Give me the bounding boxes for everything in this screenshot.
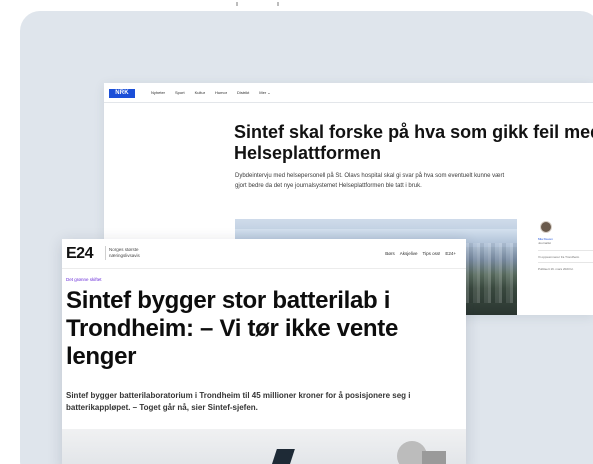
nrk-title-line-2: Helseplattformen [234, 143, 382, 163]
e24-menu-item-tips[interactable]: Tips oss! [423, 251, 441, 257]
top-mark [277, 2, 279, 6]
nrk-nav-item-humor[interactable]: Humor [215, 89, 227, 97]
nrk-article-title: Sintef skal forske på hva som gikk feil … [234, 122, 593, 164]
nrk-nav-item-kultur[interactable]: Kultur [195, 89, 205, 97]
e24-title-line: Sintef bygger stor batterilab i [66, 287, 391, 314]
e24-kicker[interactable]: Det grønne skiftet [66, 277, 102, 283]
nrk-nav-item-more[interactable]: Mer ⌄ [259, 89, 270, 97]
e24-menu-item-aksjelive[interactable]: Aksjelive [400, 251, 418, 257]
e24-menu: Børs Aksjelive Tips oss! E24+ [385, 251, 456, 257]
nrk-nav-item-distrikt[interactable]: Distrikt [237, 89, 249, 97]
photo-object [422, 451, 446, 464]
nrk-logo[interactable]: NRK [109, 89, 135, 98]
e24-logo[interactable]: E24 [66, 245, 93, 263]
nrk-nav-links: Nyheter Sport Kultur Humor Distrikt Mer … [151, 89, 271, 97]
author-role: Journalist [538, 241, 551, 245]
e24-article-card[interactable]: E24 Norges største næringslivsavis Børs … [62, 239, 466, 464]
logo-divider [105, 246, 106, 260]
divider [538, 262, 593, 263]
e24-menu-item-plus[interactable]: E24+ [445, 251, 456, 257]
publish-date: Publisert 16. mars 2023 kl. [538, 267, 574, 271]
divider [538, 250, 593, 251]
e24-title-line: lenger [66, 343, 137, 370]
nrk-nav-item-nyheter[interactable]: Nyheter [151, 89, 165, 97]
screenshot-stage: NRK Nyheter Sport Kultur Humor Distrikt … [0, 0, 593, 464]
nrk-nav-item-sport[interactable]: Sport [175, 89, 185, 97]
nrk-byline: Mia Kleven Journalist Vi oppsummerer fra… [534, 219, 593, 315]
e24-article-lead: Sintef bygger batterilaboratorium i Tron… [66, 391, 411, 412]
top-mark [236, 2, 238, 6]
author-avatar [540, 221, 552, 233]
byline-note: Vi oppsummerer fra Trondheim [538, 255, 580, 259]
nrk-header: NRK Nyheter Sport Kultur Humor Distrikt … [104, 83, 593, 103]
e24-header: E24 Norges største næringslivsavis Børs … [62, 239, 466, 269]
e24-tagline: Norges største næringslivsavis [109, 247, 140, 258]
top-decoration [232, 0, 292, 8]
e24-article-title: Sintef bygger stor batterilab i Trondhei… [66, 287, 466, 371]
e24-title-line: Trondheim: – Vi tør ikke vente [66, 315, 398, 342]
nrk-title-line-1: Sintef skal forske på hva som gikk feil … [234, 122, 593, 142]
photo-object [267, 449, 295, 464]
e24-article-photo [62, 429, 466, 464]
nrk-article-lead: Dybdeintervju med helsepersonell på St. … [235, 173, 505, 189]
e24-menu-item-bors[interactable]: Børs [385, 251, 395, 257]
